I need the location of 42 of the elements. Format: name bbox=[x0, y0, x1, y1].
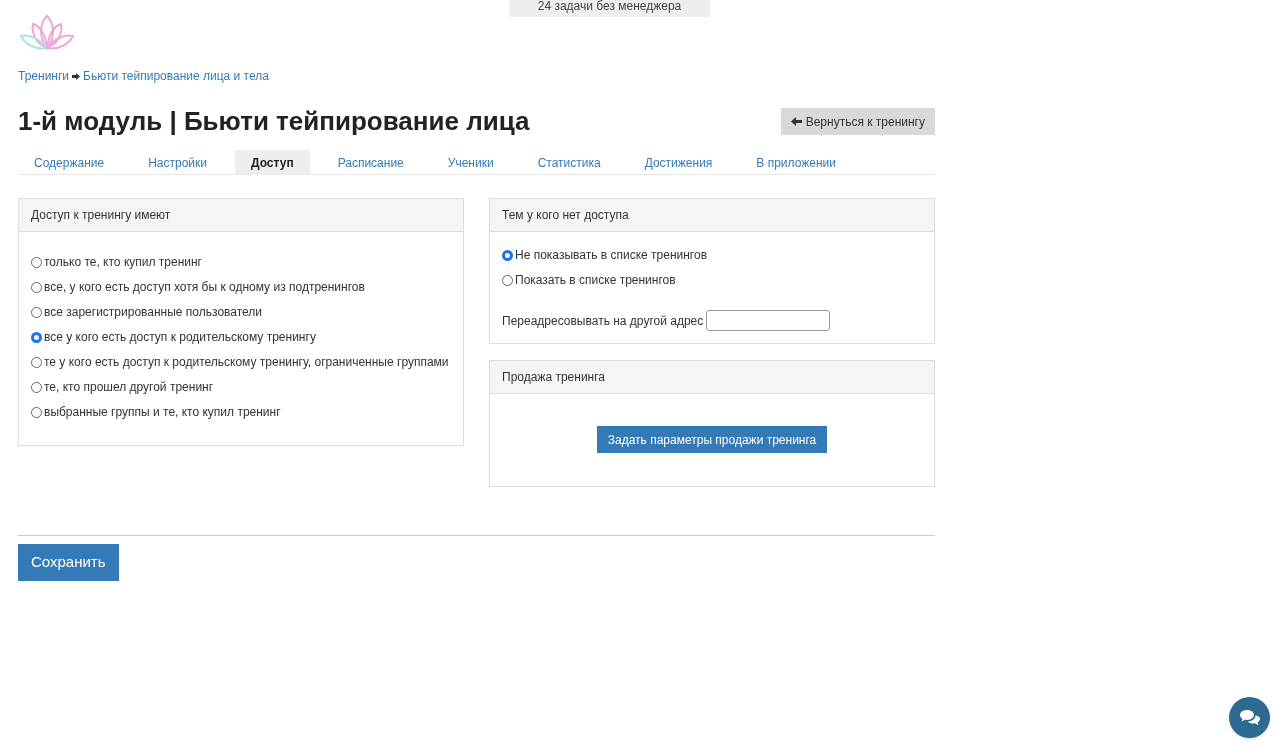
tab[interactable]: Расписание bbox=[321, 150, 420, 175]
page-title: 1-й модуль | Бьюти тейпирование лица bbox=[18, 105, 530, 138]
tab[interactable]: Доступ bbox=[235, 150, 310, 175]
tab[interactable]: Содержание bbox=[18, 150, 121, 175]
task-count-badge[interactable]: 24 задачи без менеджера bbox=[509, 0, 710, 17]
chat-button[interactable] bbox=[1229, 697, 1270, 738]
radio-button[interactable] bbox=[31, 381, 42, 393]
option-label: Не показывать в списке тренингов bbox=[515, 247, 708, 264]
option-label: только те, кто купил тренинг bbox=[44, 254, 202, 271]
back-button[interactable]: Вернуться к тренингу bbox=[780, 108, 935, 135]
tab[interactable]: Достижения bbox=[628, 150, 729, 175]
panel-heading: Тем у кого нет доступа bbox=[490, 199, 934, 232]
option-label: все у кого есть доступ к родительскому тренингу bbox=[44, 329, 316, 346]
tab[interactable]: Настройки bbox=[132, 150, 223, 175]
arrow-right-icon bbox=[72, 72, 81, 80]
option-label: те у кого есть доступ к родительскому тренингу, ограниченные группами bbox=[44, 354, 449, 371]
radio-button[interactable] bbox=[31, 281, 42, 293]
tab[interactable]: В приложении bbox=[740, 150, 852, 175]
radio-button[interactable] bbox=[31, 406, 42, 418]
option-label: все зарегистрированные пользователи bbox=[44, 304, 263, 321]
chat-bubbles-icon bbox=[1238, 708, 1261, 727]
panel-heading: Доступ к тренингу имеют bbox=[19, 199, 463, 232]
radio-button[interactable] bbox=[31, 306, 42, 318]
radio-button[interactable] bbox=[31, 256, 42, 268]
breadcrumb-link[interactable]: Бьюти тейпирование лица и тела bbox=[83, 67, 269, 85]
redirect-label: Переадресовывать на другой адрес bbox=[502, 312, 704, 330]
radio-button[interactable] bbox=[31, 356, 42, 368]
redirect-url-field[interactable] bbox=[706, 310, 831, 331]
radio-button[interactable] bbox=[502, 274, 513, 286]
save-button[interactable]: Сохранить bbox=[18, 544, 119, 581]
tab[interactable]: Ученики bbox=[431, 150, 510, 175]
option-label: все, у кого есть доступ хотя бы к одному из подтренингов bbox=[44, 279, 365, 296]
panel-heading: Продажа тренинга bbox=[490, 361, 934, 394]
sale-settings-button[interactable]: Задать параметры продажи тренинга bbox=[596, 426, 828, 453]
breadcrumb-link[interactable]: Тренинги bbox=[18, 67, 70, 85]
option-label: Показать в списке тренингов bbox=[515, 272, 676, 289]
radio-button[interactable] bbox=[502, 249, 513, 261]
radio-button[interactable] bbox=[31, 331, 42, 343]
arrow-left-icon bbox=[790, 117, 802, 126]
tab[interactable]: Статистика bbox=[521, 150, 617, 175]
option-label: выбранные группы и те, кто купил тренинг bbox=[44, 404, 281, 421]
option-label: те, кто прошел другой тренинг bbox=[44, 379, 214, 396]
